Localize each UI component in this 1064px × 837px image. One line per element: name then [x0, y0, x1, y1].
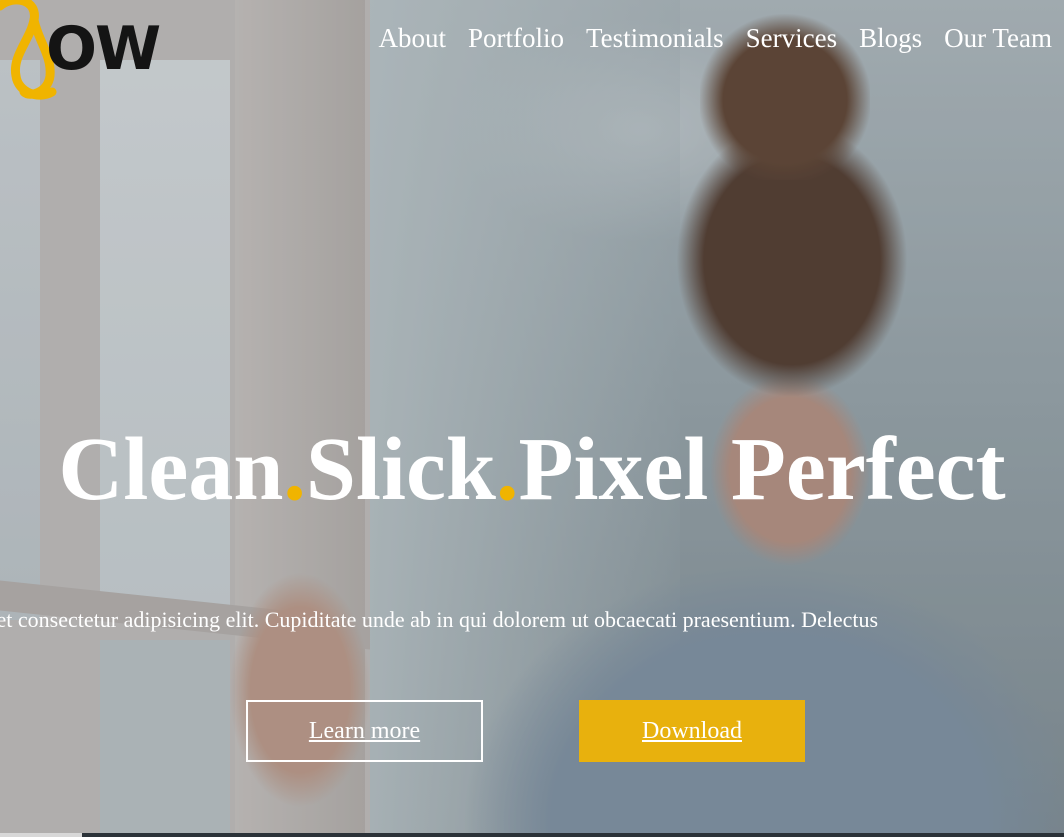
nav-item-about[interactable]: About: [379, 21, 447, 55]
hero-overlay: [0, 0, 1064, 837]
brand-logo[interactable]: OW: [0, 0, 169, 106]
nav-item-portfolio[interactable]: Portfolio: [468, 21, 564, 55]
hero-section: OW About Portfolio Testimonials Services…: [0, 0, 1064, 837]
bottom-edge-highlight: [0, 833, 82, 837]
headline-dot-1: .: [283, 420, 306, 519]
headline-word-clean: Clean: [58, 420, 284, 519]
headline-word-pixel-perfect: Pixel Perfect: [518, 420, 1006, 519]
headline-word-slick: Slick: [305, 420, 496, 519]
hero-headline: Clean.Slick.Pixel Perfect: [0, 420, 1064, 520]
nav-item-testimonials[interactable]: Testimonials: [586, 21, 724, 55]
nav-item-services[interactable]: Services: [746, 21, 837, 55]
bottom-edge-bar: [0, 833, 1064, 837]
hero-subtext-text: Lorem ipsum dolor sit amet consectetur a…: [0, 607, 879, 632]
logo-text: OW: [46, 14, 161, 84]
download-button[interactable]: Download: [579, 700, 805, 762]
nav-item-blogs[interactable]: Blogs: [859, 21, 922, 55]
hero-subtext: Lorem ipsum dolor sit amet consectetur a…: [0, 606, 1064, 634]
nav-item-our-team[interactable]: Our Team: [944, 21, 1052, 55]
main-nav: About Portfolio Testimonials Services Bl…: [357, 21, 1052, 55]
learn-more-button[interactable]: Learn more: [246, 700, 483, 762]
headline-dot-2: .: [495, 420, 519, 519]
